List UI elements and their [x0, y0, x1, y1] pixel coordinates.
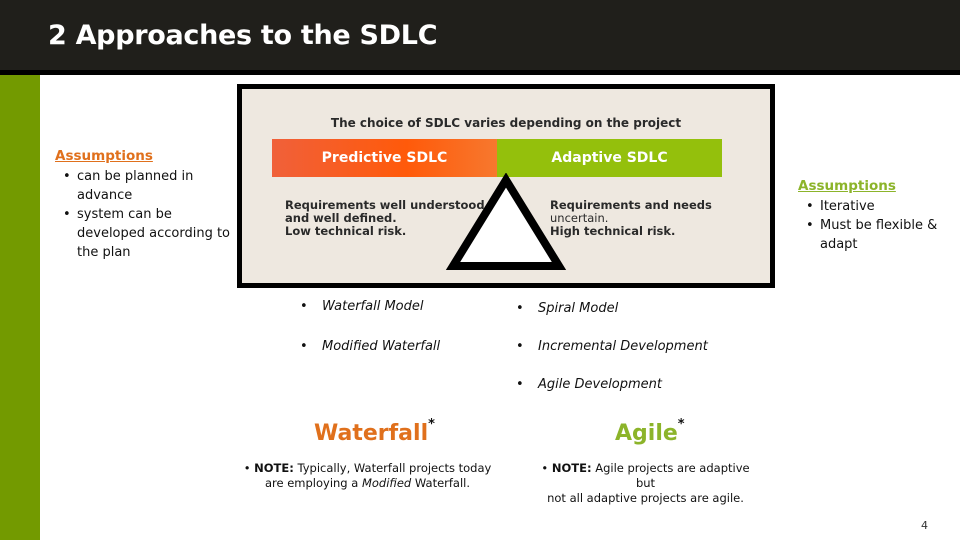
page-number: 4: [921, 519, 928, 532]
model-item: • Waterfall Model: [300, 299, 424, 314]
waterfall-label: Waterfall: [314, 421, 429, 446]
model-name: Spiral Model: [538, 301, 619, 316]
model-item: • Spiral Model: [516, 301, 619, 316]
note-emphasis: Modified: [361, 476, 412, 490]
waterfall-heading: Waterfall*: [314, 417, 435, 446]
diagram-heading: The choice of SDLC varies depending on t…: [330, 116, 682, 130]
note-text: are employing a: [264, 476, 362, 490]
model-name: Waterfall Model: [322, 299, 424, 314]
agile-asterisk: *: [677, 417, 685, 432]
note-prefix: NOTE:: [551, 461, 592, 475]
title-divider: [0, 70, 960, 75]
agile-note-line1: • NOTE: Agile projects are adaptive but: [541, 461, 750, 490]
model-item: • Incremental Development: [516, 339, 708, 354]
right-assumptions-title: Assumptions: [798, 178, 896, 194]
left-assumption-item: system can be developed according to the…: [55, 205, 235, 262]
agile-note-line2: not all adaptive projects are agile.: [547, 491, 744, 505]
model-item: • Modified Waterfall: [300, 339, 441, 354]
adaptive-desc-line: High technical risk.: [550, 224, 676, 238]
left-accent-rail: [0, 75, 40, 540]
right-assumptions: Assumptions Iterative Must be flexible &…: [798, 178, 958, 254]
adaptive-sdlc-bar: Adaptive SDLC: [497, 139, 722, 177]
left-assumptions: Assumptions can be planned in advance sy…: [55, 148, 235, 262]
triangle-icon: [445, 173, 567, 270]
agile-label: Agile: [615, 421, 678, 446]
left-assumption-item: can be planned in advance: [55, 167, 235, 205]
adaptive-sdlc-label: Adaptive SDLC: [551, 150, 668, 166]
note-prefix: NOTE:: [254, 461, 294, 475]
left-assumptions-title: Assumptions: [55, 148, 153, 164]
model-name: Agile Development: [538, 377, 663, 392]
waterfall-note-line2: are employing a Modified Waterfall.: [240, 476, 495, 491]
note-text: Waterfall.: [411, 476, 471, 490]
predictive-sdlc-bar: Predictive SDLC: [272, 139, 497, 177]
note-text: Typically, Waterfall projects today: [293, 461, 492, 475]
predictive-sdlc-label: Predictive SDLC: [321, 150, 448, 166]
right-assumptions-list: Iterative Must be flexible & adapt: [798, 197, 958, 254]
left-assumptions-list: can be planned in advance system can be …: [55, 167, 235, 262]
note-text: Agile projects are adaptive but: [591, 461, 750, 490]
model-name: Modified Waterfall: [322, 339, 441, 354]
slide-title: 2 Approaches to the SDLC: [48, 20, 438, 51]
waterfall-note: • NOTE: Typically, Waterfall projects to…: [240, 461, 495, 491]
adaptive-description: Requirements and needs uncertain. High t…: [550, 199, 712, 238]
right-assumption-item: Must be flexible & adapt: [798, 216, 958, 254]
waterfall-note-line1: • NOTE: Typically, Waterfall projects to…: [243, 461, 492, 475]
model-item: • Agile Development: [516, 377, 663, 392]
agile-note: • NOTE: Agile projects are adaptive but …: [533, 461, 758, 506]
agile-heading: Agile*: [615, 417, 685, 446]
right-assumption-item: Iterative: [798, 197, 958, 216]
waterfall-asterisk: *: [428, 417, 435, 432]
model-name: Incremental Development: [538, 339, 708, 354]
